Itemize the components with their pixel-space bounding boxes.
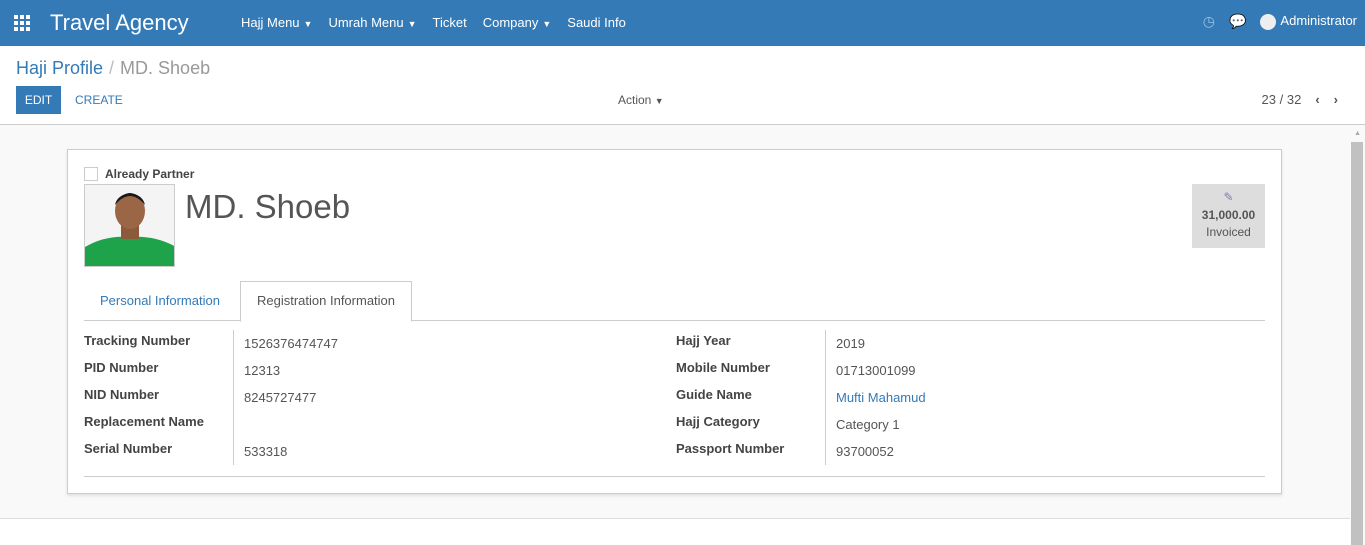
app-title: Travel Agency <box>50 10 189 35</box>
caret-down-icon: ▼ <box>303 19 313 29</box>
divider <box>84 476 1265 477</box>
chevron-right-icon[interactable]: › <box>1334 92 1338 107</box>
field-row: Replacement Name <box>84 411 338 438</box>
field-label: Serial Number <box>84 438 234 465</box>
field-value[interactable]: Mufti Mahamud <box>826 384 926 411</box>
chatter-area <box>0 518 1350 545</box>
caret-down-icon: ▼ <box>407 19 417 29</box>
scroll-up-arrow[interactable]: ▲ <box>1354 130 1361 137</box>
caret-down-icon: ▼ <box>542 19 552 29</box>
field-value <box>234 411 244 438</box>
field-row: PID Number 12313 <box>84 357 338 384</box>
record-name: MD. Shoeb <box>185 188 351 225</box>
create-button[interactable]: CREATE <box>75 93 123 107</box>
breadcrumb-parent[interactable]: Haji Profile <box>16 58 103 78</box>
field-value: 12313 <box>244 363 281 378</box>
field-value: 533318 <box>244 444 288 459</box>
field-label: NID Number <box>84 384 234 411</box>
caret-down-icon: ▼ <box>654 96 664 106</box>
edit-button[interactable]: EDIT <box>16 86 61 114</box>
field-row: Hajj Category Category 1 <box>676 411 926 438</box>
field-value: Category 1 <box>836 417 900 432</box>
field-row: Tracking Number 1526376474747 <box>84 330 338 357</box>
form-sheet: Already Partner MD. Shoeb ✎ 31,000.00 In… <box>67 149 1282 494</box>
field-row: Mobile Number 01713001099 <box>676 357 926 384</box>
edit-icon: ✎ <box>1223 190 1234 204</box>
field-label: Passport Number <box>676 438 826 465</box>
tab-personal-information[interactable]: Personal Information <box>84 289 236 322</box>
field-label: Replacement Name <box>84 411 234 438</box>
field-value: 01713001099 <box>836 363 916 378</box>
field-value: 93700052 <box>836 444 894 459</box>
field-row: Hajj Year 2019 <box>676 330 926 357</box>
breadcrumb-current: MD. Shoeb <box>120 58 211 78</box>
tab-registration-information[interactable]: Registration Information <box>240 281 413 322</box>
field-row: Serial Number 533318 <box>84 438 338 465</box>
field-label: PID Number <box>84 357 234 384</box>
field-label: Mobile Number <box>676 357 826 384</box>
scrollbar[interactable] <box>1351 142 1363 545</box>
chevron-left-icon[interactable]: ‹ <box>1315 92 1319 107</box>
menu-company[interactable]: Company ▼ <box>483 15 552 30</box>
field-label: Tracking Number <box>84 330 234 357</box>
field-row: Passport Number 93700052 <box>676 438 926 465</box>
menu-hajj[interactable]: Hajj Menu ▼ <box>241 15 312 30</box>
apps-grid-icon[interactable] <box>14 15 31 31</box>
menu-saudi-info[interactable]: Saudi Info <box>567 15 626 30</box>
field-value: 1526376474747 <box>244 336 338 351</box>
notebook-tabs: Personal Information Registration Inform… <box>84 281 1265 322</box>
field-row: NID Number 8245727477 <box>84 384 338 411</box>
control-panel: Haji Profile / MD. Shoeb EDIT CREATE Actio… <box>0 46 1365 125</box>
clock-icon[interactable]: ◷ <box>1203 13 1215 30</box>
action-dropdown[interactable]: Action ▼ <box>618 93 664 107</box>
menu-ticket[interactable]: Ticket <box>433 15 467 30</box>
avatar <box>1260 13 1277 30</box>
field-label: Hajj Category <box>676 411 826 438</box>
menu-umrah[interactable]: Umrah Menu ▼ <box>328 15 416 30</box>
already-partner-checkbox[interactable] <box>84 167 98 181</box>
breadcrumb: Haji Profile / MD. Shoeb <box>16 58 211 78</box>
field-value: 8245727477 <box>244 390 317 405</box>
user-menu[interactable]: Administrator <box>1260 13 1357 30</box>
field-row: Guide Name Mufti Mahamud <box>676 384 926 411</box>
field-label: Hajj Year <box>676 330 826 357</box>
top-navbar: Travel Agency Hajj Menu ▼ Umrah Menu ▼ Tic… <box>0 0 1365 46</box>
chat-icon[interactable]: 💬 <box>1229 13 1246 30</box>
field-value: 2019 <box>836 336 865 351</box>
pager-value: 23 / 32 <box>1261 92 1302 107</box>
invoiced-button[interactable]: ✎ 31,000.00 Invoiced <box>1192 184 1265 248</box>
field-label: Guide Name <box>676 384 826 411</box>
profile-photo[interactable] <box>84 184 175 267</box>
